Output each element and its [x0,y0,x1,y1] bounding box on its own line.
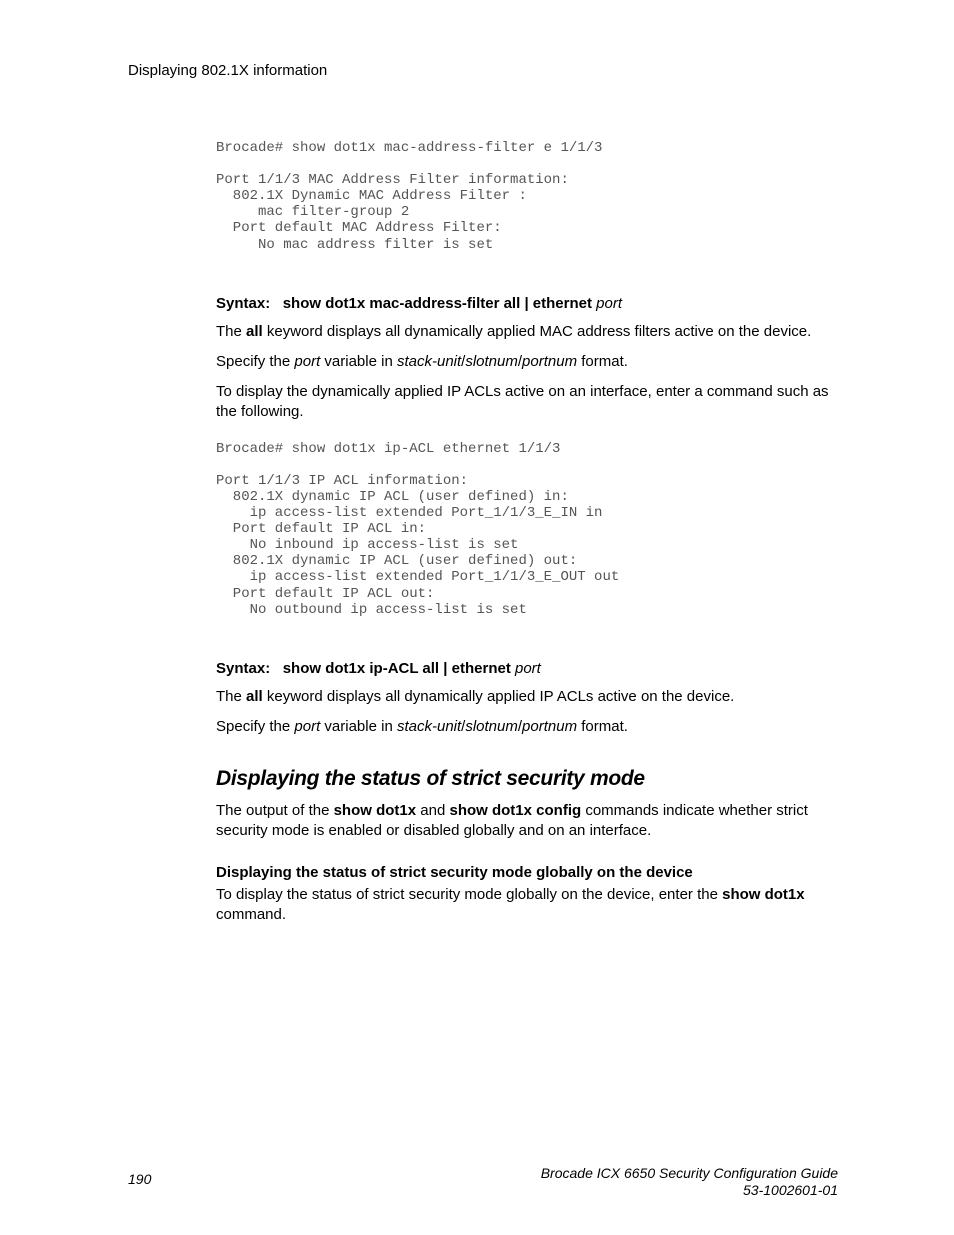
paragraph: Specify the port variable in stack-unit/… [216,717,836,737]
syntax-label: Syntax: [216,660,270,677]
paragraph: The output of the show dot1x and show do… [216,801,836,842]
paragraph: Specify the port variable in stack-unit/… [216,352,836,372]
paragraph: The all keyword displays all dynamically… [216,687,836,707]
syntax-label: Syntax: [216,295,270,312]
syntax-arg: port [515,660,541,677]
footer-doc-info: Brocade ICX 6650 Security Configuration … [541,1165,838,1199]
code-block-ip-acl: Brocade# show dot1x ip-ACL ethernet 1/1/… [216,441,836,618]
footer-doc-number: 53-1002601-01 [541,1182,838,1199]
footer-doc-title: Brocade ICX 6650 Security Configuration … [541,1165,838,1182]
page-content: Brocade# show dot1x mac-address-filter e… [216,140,836,925]
syntax-line-ip-acl: Syntax: show dot1x ip-ACL all | ethernet… [216,660,836,677]
code-block-mac-filter: Brocade# show dot1x mac-address-filter e… [216,140,836,253]
paragraph: To display the status of strict security… [216,885,836,926]
header-title: Displaying 802.1X information [128,62,327,79]
section-heading: Displaying the status of strict security… [216,767,836,791]
syntax-command: show dot1x ip-ACL all | ethernet [283,660,511,677]
syntax-command: show dot1x mac-address-filter all | ethe… [283,295,592,312]
page-number: 190 [128,1171,151,1187]
page-header: Displaying 802.1X information [128,62,327,79]
paragraph: To display the dynamically applied IP AC… [216,382,836,423]
syntax-line-mac-filter: Syntax: show dot1x mac-address-filter al… [216,295,836,312]
paragraph: The all keyword displays all dynamically… [216,322,836,342]
syntax-arg: port [596,295,622,312]
subsection-heading: Displaying the status of strict security… [216,864,836,881]
